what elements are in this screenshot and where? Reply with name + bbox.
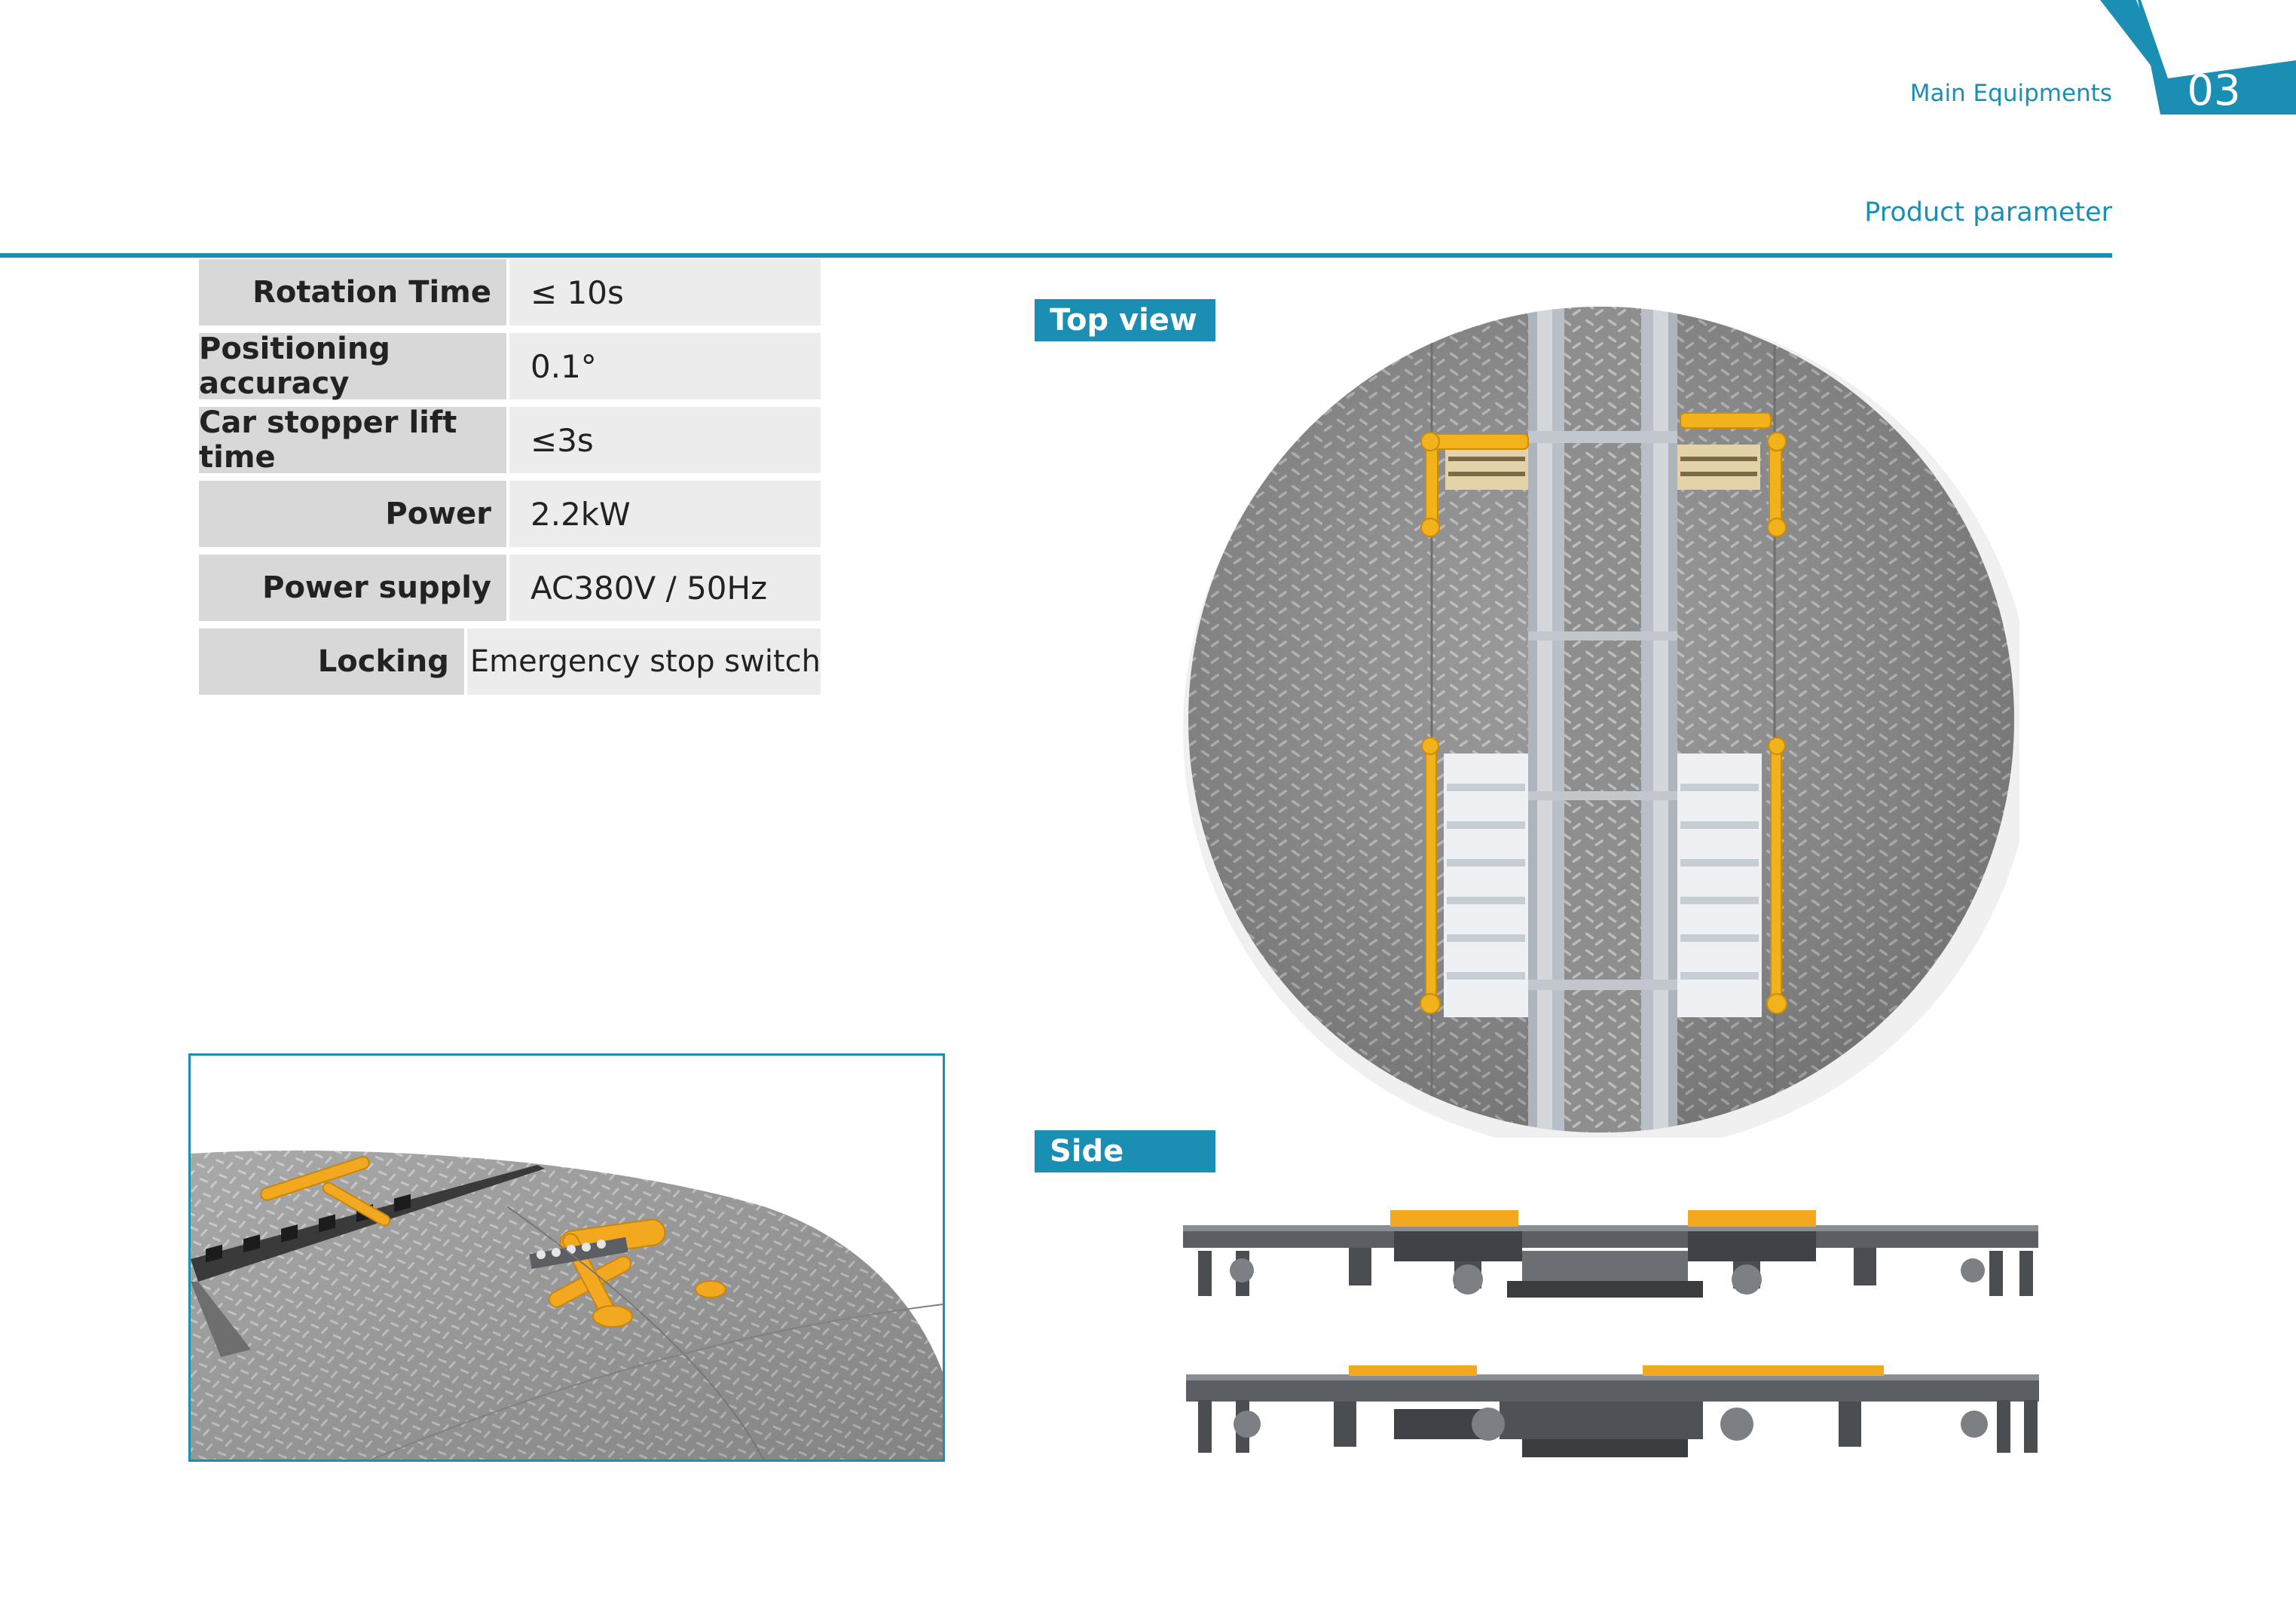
param-label: Car stopper lift time	[199, 405, 506, 475]
param-label: Power supply	[199, 555, 506, 621]
table-row: Power supply AC380V / 50Hz	[199, 555, 821, 621]
param-value: AC380V / 50Hz	[509, 555, 821, 621]
table-row: Rotation Time ≤ 10s	[199, 259, 821, 326]
param-label: Locking	[199, 628, 464, 695]
table-row: Car stopper lift time ≤3s	[199, 405, 821, 475]
parameter-table: Rotation Time ≤ 10s Positioning accuracy…	[199, 259, 821, 702]
page-number: 03	[2187, 66, 2241, 115]
header-divider	[0, 253, 2112, 258]
table-row: Locking Emergency stop switch	[199, 628, 821, 695]
side-view-illustration	[1183, 1210, 2039, 1457]
side-view-label: Side view	[1035, 1130, 1215, 1211]
top-view-illustration	[1183, 307, 2019, 1138]
param-value: 2.2kW	[509, 481, 821, 547]
param-value: ≤3s	[509, 407, 821, 473]
table-row: Positioning accuracy 0.1°	[199, 332, 821, 401]
section-title: Main Equipments	[1909, 80, 2112, 107]
param-label: Rotation Time	[199, 259, 506, 326]
param-value: 0.1°	[509, 333, 821, 399]
detail-photo	[188, 1053, 945, 1462]
param-label: Power	[199, 481, 506, 547]
page-subtitle: Product parameter	[1864, 197, 2112, 228]
param-label: Positioning accuracy	[199, 332, 506, 401]
turntable-closeup-illustration	[191, 1056, 943, 1460]
table-row: Power 2.2kW	[199, 481, 821, 547]
param-value: Emergency stop switch	[466, 628, 821, 695]
param-value: ≤ 10s	[509, 259, 821, 326]
